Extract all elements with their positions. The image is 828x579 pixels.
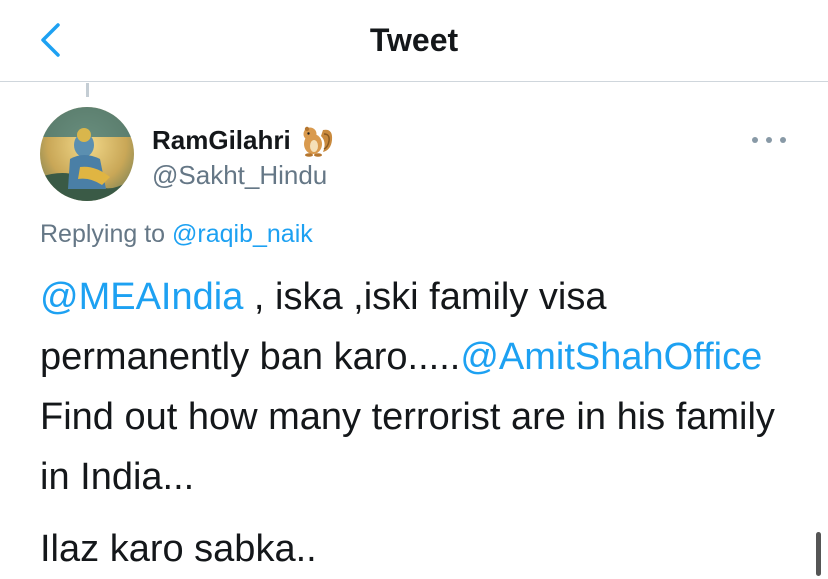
more-options-button[interactable]	[752, 128, 786, 152]
avatar[interactable]	[40, 107, 134, 201]
scrollbar-thumb[interactable]	[816, 532, 821, 576]
tweet-paragraph: @MEAIndia , iska ,iski family visa perma…	[40, 267, 800, 507]
more-horizontal-icon-dot	[752, 137, 758, 143]
replying-to-line: Replying to @raqib_naik	[40, 220, 313, 249]
more-horizontal-icon-dot	[780, 137, 786, 143]
avatar-image	[40, 107, 134, 201]
thread-connector-line	[86, 83, 89, 97]
replying-to-label: Replying to	[40, 220, 173, 248]
replying-to-handle-link[interactable]: @raqib_naik	[172, 220, 313, 248]
page-title: Tweet	[369, 22, 459, 58]
author-handle[interactable]: @Sakht_Hindu	[152, 160, 327, 191]
mention-link[interactable]: @AmitShahOffice	[460, 336, 762, 378]
tweet-paragraph: Ilaz karo sabka..	[40, 528, 317, 570]
display-name[interactable]: RamGilahri	[152, 125, 291, 156]
more-horizontal-icon-dot	[766, 137, 772, 143]
author-name-row[interactable]: RamGilahri	[152, 122, 335, 158]
tweet-text-segment: Find out how many terrorist are in his f…	[40, 396, 775, 498]
top-bar: Tweet	[0, 0, 828, 82]
tweet-text: @MEAIndia , iska ,iski family visa perma…	[40, 267, 800, 579]
mention-link[interactable]: @MEAIndia	[40, 276, 243, 318]
chipmunk-emoji	[303, 126, 332, 157]
